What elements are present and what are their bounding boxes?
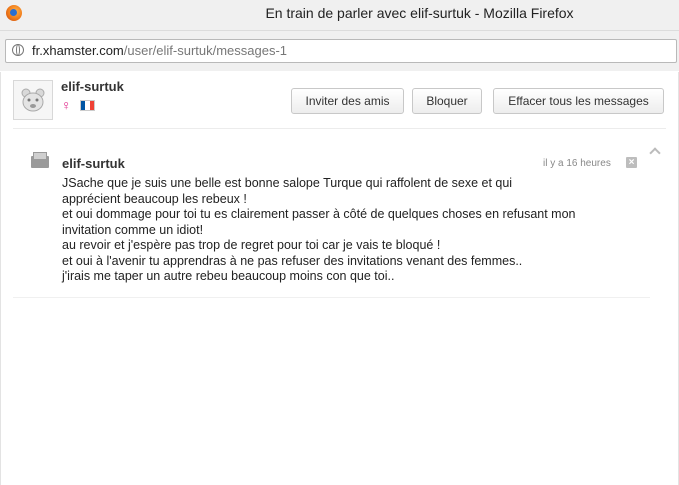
message-line: invitation comme un idiot! xyxy=(62,222,204,237)
clear-all-messages-button[interactable]: Effacer tous les messages xyxy=(493,88,664,114)
flag-stripe-red xyxy=(89,101,94,110)
address-bar[interactable]: fr.xhamster.com/user/elif-surtuk/message… xyxy=(5,39,677,63)
conversation-page: elif-surtuk ♀ Inviter des amis Bloquer E… xyxy=(0,72,679,485)
invite-friends-button[interactable]: Inviter des amis xyxy=(291,88,404,114)
delete-message-icon[interactable]: × xyxy=(626,157,637,168)
envelope-icon xyxy=(31,152,49,168)
message-line: au revoir et j'espère pas trop de regret… xyxy=(62,238,441,252)
message-divider xyxy=(13,297,650,298)
message-sender[interactable]: elif-surtuk xyxy=(62,156,125,171)
url-host: fr.xhamster.com xyxy=(32,43,124,58)
title-bar: En train de parler avec elif-surtuk - Mo… xyxy=(0,0,679,31)
url-text[interactable]: fr.xhamster.com/user/elif-surtuk/message… xyxy=(32,43,287,58)
message-time: il y a 16 heures xyxy=(543,158,611,169)
message-line: et oui dommage pour toi tu es clairement… xyxy=(62,207,576,221)
avatar[interactable] xyxy=(13,80,53,120)
message-body: JSache que je suis une belle est bonne s… xyxy=(62,176,632,285)
window-title: En train de parler avec elif-surtuk - Mo… xyxy=(265,5,574,21)
header-divider xyxy=(13,128,666,129)
message-line: apprécient beaucoup les rebeux ! xyxy=(62,191,247,206)
message-line: et oui à l'avenir tu apprendras à ne pas… xyxy=(62,253,523,268)
address-bar-row: fr.xhamster.com/user/elif-surtuk/message… xyxy=(0,31,679,71)
profile-username[interactable]: elif-surtuk xyxy=(61,79,124,94)
globe-icon[interactable] xyxy=(12,44,24,56)
block-button[interactable]: Bloquer xyxy=(412,88,482,114)
avatar-placeholder-icon xyxy=(21,88,45,112)
female-icon: ♀ xyxy=(61,97,72,113)
france-flag-icon xyxy=(80,100,95,111)
message-line: JSache que je suis une belle est bonne s… xyxy=(62,176,513,190)
message-line: j'irais me taper un autre rebeu beaucoup… xyxy=(62,269,395,283)
chevron-up-icon[interactable] xyxy=(649,147,661,159)
url-path: /user/elif-surtuk/messages-1 xyxy=(123,43,288,58)
